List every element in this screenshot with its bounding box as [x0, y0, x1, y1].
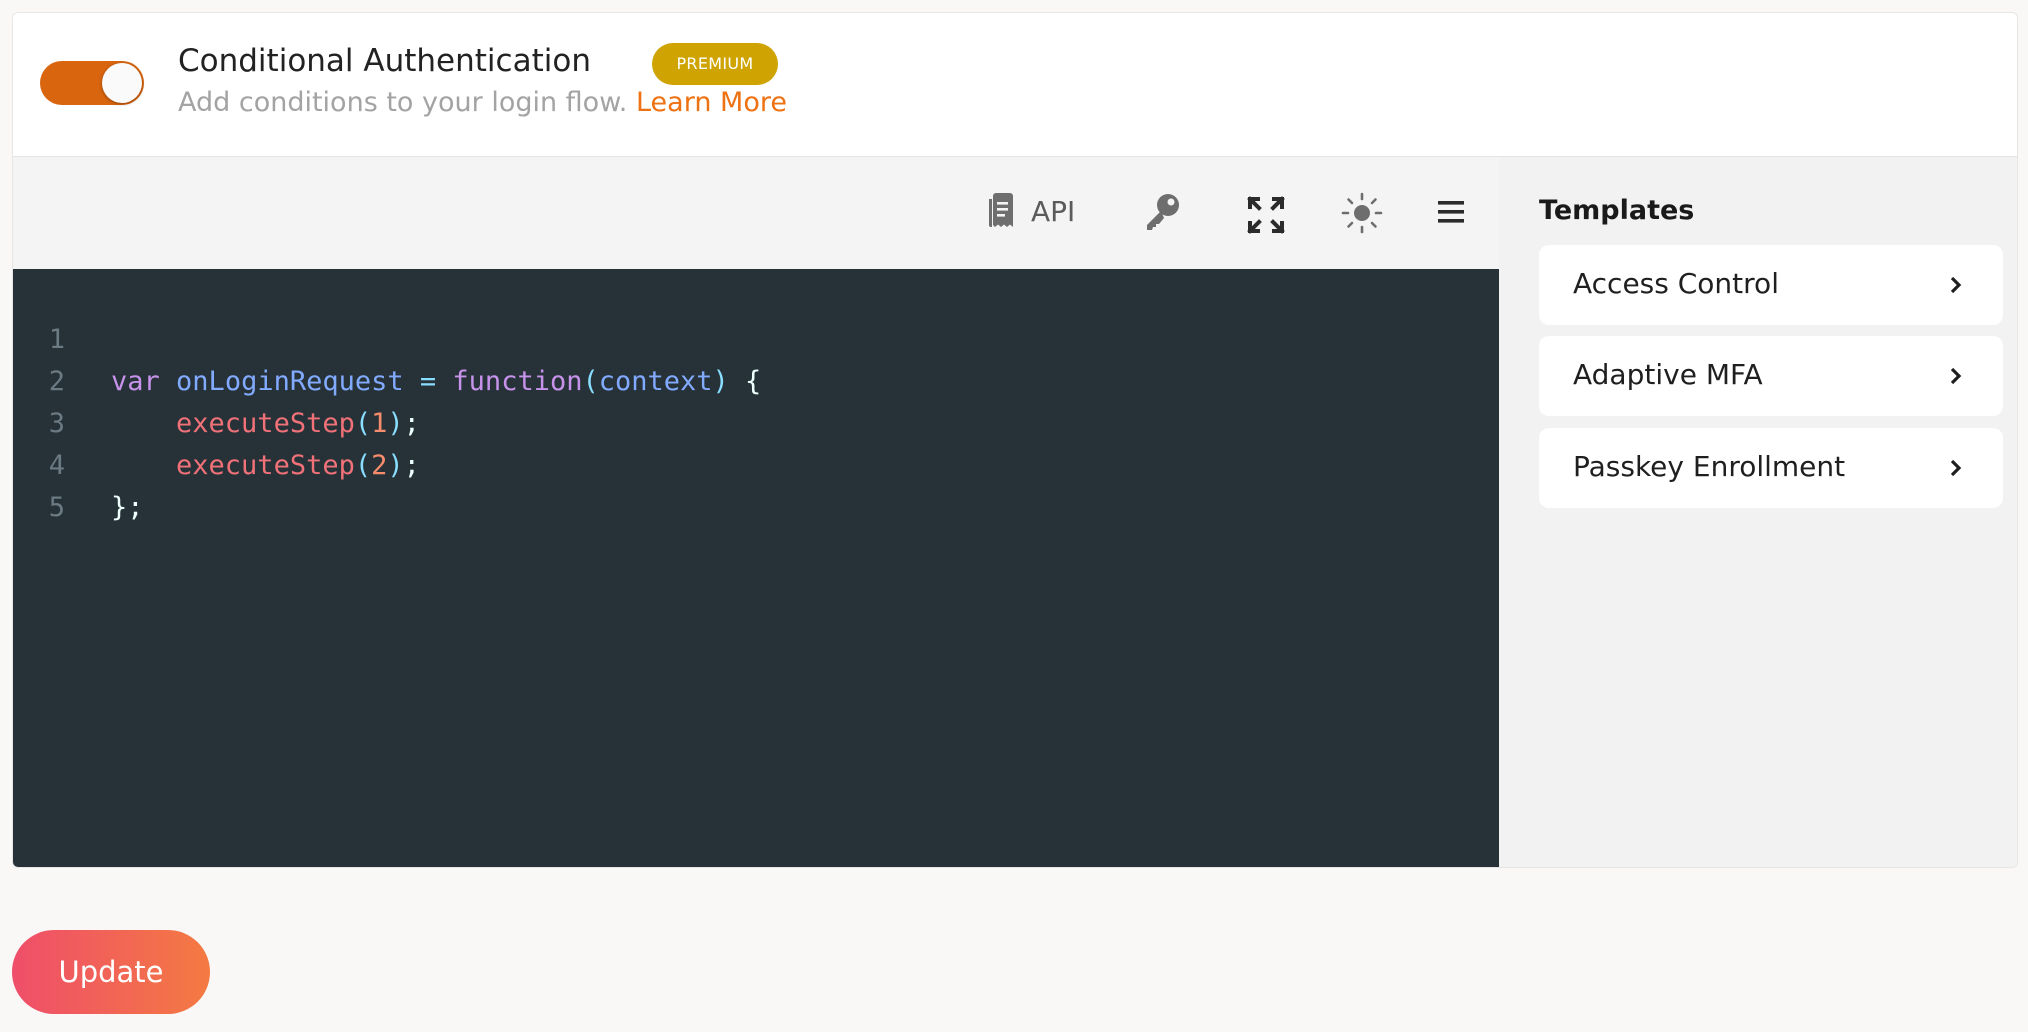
enable-toggle[interactable] [40, 61, 144, 105]
code-text: var onLoginRequest = function(context) { [111, 366, 762, 397]
premium-badge: PREMIUM [652, 43, 778, 85]
editor-menu-button[interactable] [1437, 198, 1465, 226]
expand-icon [1247, 196, 1285, 234]
code-line: 1 var onLoginRequest = function(context)… [13, 277, 762, 397]
chevron-right-icon [1950, 276, 1962, 294]
code-line: 3 executeStep(2); [13, 361, 420, 481]
template-adaptive-mfa[interactable]: Adaptive MFA [1539, 336, 2003, 416]
script-editor-area: API 1 var onLoginRequest = function(cont… [13, 157, 1499, 867]
template-label: Access Control [1573, 267, 1779, 300]
section-title: Conditional Authentication [178, 43, 591, 79]
code-text: executeStep(1); [176, 408, 420, 439]
api-docs-button[interactable]: API [986, 191, 1075, 235]
editor-toolbar: API [13, 157, 1499, 269]
template-passkey-enrollment[interactable]: Passkey Enrollment [1539, 428, 2003, 508]
menu-icon [1438, 201, 1464, 223]
section-subtitle: Add conditions to your login flow. Learn… [178, 87, 787, 118]
conditional-auth-card: Conditional Authentication PREMIUM Add c… [12, 12, 2018, 868]
line-number: 5 [48, 492, 65, 523]
fullscreen-button[interactable] [1246, 195, 1286, 235]
learn-more-link[interactable]: Learn More [636, 87, 787, 118]
api-label: API [1031, 195, 1076, 228]
code-line: 4 }; [13, 403, 144, 523]
code-editor[interactable]: 1 var onLoginRequest = function(context)… [13, 269, 1499, 867]
secrets-button[interactable] [1142, 191, 1182, 233]
theme-toggle-button[interactable] [1340, 191, 1384, 235]
chevron-right-icon [1950, 367, 1962, 385]
theme-sun-icon [1341, 192, 1383, 234]
update-button[interactable]: Update [12, 930, 210, 1014]
subtitle-text: Add conditions to your login flow. [178, 87, 628, 118]
template-label: Passkey Enrollment [1573, 450, 1846, 483]
code-line: 2 executeStep(1); [13, 319, 420, 439]
template-label: Adaptive MFA [1573, 358, 1763, 391]
card-header: Conditional Authentication PREMIUM Add c… [13, 13, 2017, 157]
code-text: executeStep(2); [176, 450, 420, 481]
key-icon [1147, 194, 1179, 230]
templates-panel: Templates Access Control Adaptive MFA Pa… [1499, 157, 2017, 867]
chevron-right-icon [1950, 459, 1962, 477]
template-access-control[interactable]: Access Control [1539, 245, 2003, 325]
templates-title: Templates [1539, 195, 1695, 226]
api-doc-icon [989, 193, 1013, 227]
code-line: 5 [13, 445, 143, 523]
toggle-knob [102, 63, 142, 103]
